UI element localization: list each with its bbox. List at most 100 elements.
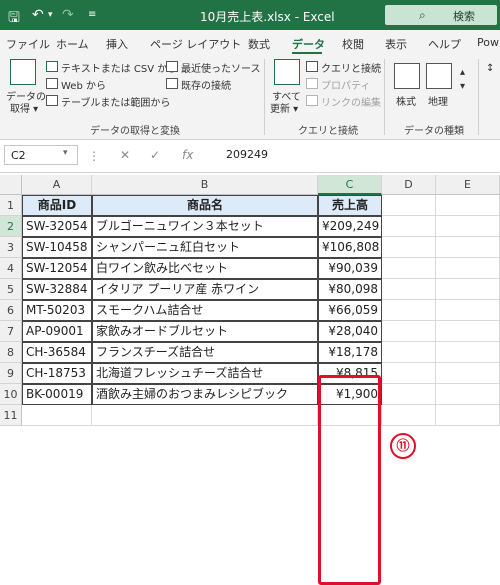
column-header-b[interactable]: B xyxy=(92,175,318,195)
properties-button[interactable]: プロパティ xyxy=(321,77,370,92)
row-header[interactable]: 1 xyxy=(0,195,22,216)
sort-icon[interactable]: ↕ xyxy=(486,63,494,74)
row-header[interactable]: 10 xyxy=(0,384,22,405)
table-cell[interactable]: 北海道フレッシュチーズ詰合せ xyxy=(92,363,318,384)
cell[interactable] xyxy=(22,405,92,426)
table-cell[interactable]: 白ワイン飲み比べセット xyxy=(92,258,318,279)
row-header[interactable]: 8 xyxy=(0,342,22,363)
cell[interactable] xyxy=(382,216,436,237)
get-data-label-2[interactable]: 取得 ▾ xyxy=(10,100,38,115)
table-cell[interactable]: シャンパーニュ紅白セット xyxy=(92,237,318,258)
table-cell[interactable]: ¥28,040 xyxy=(318,321,382,342)
table-cell[interactable]: MT-50203 xyxy=(22,300,92,321)
cell[interactable] xyxy=(382,258,436,279)
from-table-button[interactable]: テーブルまたは範囲から xyxy=(61,94,170,109)
column-header-a[interactable]: A xyxy=(22,175,92,195)
queries-connections-button[interactable]: クエリと接続 xyxy=(321,60,381,75)
cell[interactable] xyxy=(436,279,500,300)
from-text-csv-button[interactable]: テキストまたは CSV から xyxy=(61,60,177,75)
row-header[interactable]: 6 xyxy=(0,300,22,321)
data-types-scroll-up[interactable]: ▴ xyxy=(460,67,465,78)
cell[interactable] xyxy=(436,321,500,342)
table-cell[interactable]: ¥90,039 xyxy=(318,258,382,279)
column-header-c[interactable]: C xyxy=(318,175,382,195)
undo-icon[interactable]: ↶ xyxy=(32,7,44,23)
table-cell[interactable]: AP-09001 xyxy=(22,321,92,342)
from-web-button[interactable]: Web から xyxy=(61,77,106,92)
name-box[interactable]: C2 ▾ xyxy=(4,145,78,165)
cell[interactable] xyxy=(436,363,500,384)
cell[interactable] xyxy=(382,237,436,258)
row-header[interactable]: 3 xyxy=(0,237,22,258)
row-header[interactable]: 7 xyxy=(0,321,22,342)
cancel-icon[interactable]: ✕ xyxy=(120,148,130,162)
insert-function-icon[interactable]: fx xyxy=(182,148,193,162)
tab-home[interactable]: ホーム xyxy=(56,36,89,52)
tab-page-layout[interactable]: ページ レイアウト xyxy=(150,36,241,52)
cell[interactable] xyxy=(382,321,436,342)
stocks-icon[interactable] xyxy=(394,63,420,89)
cell[interactable] xyxy=(436,342,500,363)
tab-power[interactable]: Pow xyxy=(477,36,499,49)
cell[interactable] xyxy=(436,195,500,216)
save-icon[interactable]: 🖫 xyxy=(8,7,20,31)
tab-review[interactable]: 校閲 xyxy=(342,36,364,52)
tab-file[interactable]: ファイル xyxy=(6,36,50,52)
table-cell[interactable]: ¥106,808 xyxy=(318,237,382,258)
tab-view[interactable]: 表示 xyxy=(385,36,407,52)
row-header[interactable]: 11 xyxy=(0,405,22,426)
customize-quick-access-icon[interactable]: ≡ xyxy=(88,9,96,20)
select-all-corner[interactable] xyxy=(0,175,22,195)
table-cell[interactable]: SW-32054 xyxy=(22,216,92,237)
table-cell[interactable]: SW-10458 xyxy=(22,237,92,258)
table-cell[interactable]: ブルゴーニュワイン３本セット xyxy=(92,216,318,237)
tab-formulas[interactable]: 数式 xyxy=(248,36,270,52)
table-header-cell[interactable]: 商品ID xyxy=(22,195,92,216)
table-cell[interactable]: CH-18753 xyxy=(22,363,92,384)
formula-bar-handle-icon[interactable]: ⋮ xyxy=(88,149,100,163)
cell[interactable] xyxy=(382,300,436,321)
cell[interactable] xyxy=(436,258,500,279)
table-cell[interactable]: ¥18,178 xyxy=(318,342,382,363)
table-cell[interactable]: 酒飲み主婦のおつまみレシピブック xyxy=(92,384,318,405)
table-header-cell[interactable]: 売上高 xyxy=(318,195,382,216)
edit-links-button[interactable]: リンクの編集 xyxy=(321,94,381,109)
table-cell[interactable]: ¥80,098 xyxy=(318,279,382,300)
geography-button[interactable]: 地理 xyxy=(428,93,448,108)
cell[interactable] xyxy=(382,342,436,363)
table-cell[interactable]: イタリア プーリア産 赤ワイン xyxy=(92,279,318,300)
cell[interactable] xyxy=(382,384,436,405)
table-cell[interactable]: スモークハム詰合せ xyxy=(92,300,318,321)
refresh-all-icon[interactable] xyxy=(274,59,300,85)
tab-insert[interactable]: 挿入 xyxy=(106,36,128,52)
tab-help[interactable]: ヘルプ xyxy=(428,36,461,52)
column-header-e[interactable]: E xyxy=(436,175,500,195)
cell[interactable] xyxy=(382,195,436,216)
search-box[interactable]: ⌕ 検索 xyxy=(385,5,497,25)
recent-sources-button[interactable]: 最近使ったソース xyxy=(181,60,261,75)
redo-icon[interactable]: ↷ xyxy=(62,7,74,23)
row-header[interactable]: 2 xyxy=(0,216,22,237)
cell[interactable] xyxy=(382,405,436,426)
formula-input[interactable]: 209249 xyxy=(200,145,496,165)
table-header-cell[interactable]: 商品名 xyxy=(92,195,318,216)
data-types-scroll-down[interactable]: ▾ xyxy=(460,81,465,92)
row-header[interactable]: 9 xyxy=(0,363,22,384)
table-cell[interactable]: CH-36584 xyxy=(22,342,92,363)
map-icon[interactable] xyxy=(426,63,452,89)
table-cell[interactable]: SW-32884 xyxy=(22,279,92,300)
tab-data[interactable]: データ xyxy=(292,36,325,52)
table-cell[interactable]: SW-12054 xyxy=(22,258,92,279)
table-cell[interactable]: ¥209,249 xyxy=(318,216,382,237)
table-cell[interactable]: BK-00019 xyxy=(22,384,92,405)
row-header[interactable]: 4 xyxy=(0,258,22,279)
undo-dropdown-icon[interactable]: ▾ xyxy=(48,10,53,20)
get-data-icon[interactable] xyxy=(10,59,36,85)
stocks-button[interactable]: 株式 xyxy=(396,93,416,108)
cell[interactable] xyxy=(436,237,500,258)
cell[interactable] xyxy=(436,384,500,405)
existing-connections-button[interactable]: 既存の接続 xyxy=(181,77,231,92)
refresh-all-label-2[interactable]: 更新 ▾ xyxy=(270,100,298,115)
cell[interactable] xyxy=(436,405,500,426)
cell[interactable] xyxy=(436,216,500,237)
